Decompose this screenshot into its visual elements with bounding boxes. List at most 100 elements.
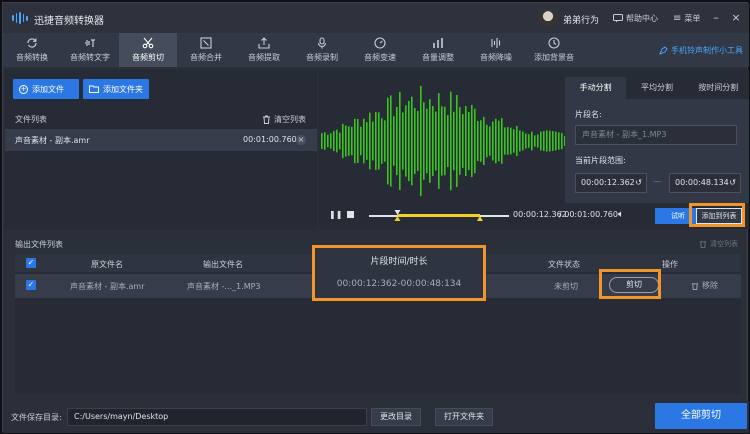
volume-icon[interactable]: 🔈︎ <box>618 209 624 220</box>
tool-label: 音量调整 <box>422 53 454 62</box>
waveform-bar <box>435 111 437 171</box>
pause-icon[interactable]: ❚❚ <box>329 210 342 219</box>
file-list-header: 文件列表 清空列表 <box>5 109 317 129</box>
waveform-bar <box>462 114 464 168</box>
tab-time-split[interactable]: 按时间分割 <box>688 77 749 99</box>
waveform-bar <box>561 132 563 150</box>
app-logo-icon <box>12 12 28 24</box>
selection-range[interactable] <box>397 214 480 217</box>
waveform-bar <box>423 102 425 180</box>
tool-audio-speed[interactable]: 音频变速 <box>351 33 409 67</box>
open-folder-button[interactable]: 打开文件夹 <box>435 408 493 426</box>
ringtone-maker-link[interactable]: 手机铃声制作小工具 <box>659 45 743 56</box>
minimize-button[interactable]: – <box>709 11 723 25</box>
reset-start-icon[interactable]: ↺ <box>635 174 642 192</box>
cut-all-button[interactable]: 全部剪切 <box>655 403 747 429</box>
select-all-checkbox[interactable]: ✓ <box>26 258 36 268</box>
merge-icon <box>200 37 212 49</box>
add-file-button[interactable]: + 添加文件 <box>13 79 79 99</box>
waveform-bar <box>549 130 551 152</box>
waveform-bar <box>381 118 383 164</box>
row-source-name: 声音素材 - 副本.amr <box>70 282 145 291</box>
tab-manual-split[interactable]: 手动分割 <box>565 77 627 99</box>
menu-label: 菜单 <box>684 14 701 23</box>
tab-average-split[interactable]: 平均分割 <box>626 77 687 99</box>
tool-label: 添加背景音 <box>534 53 574 62</box>
output-list-title: 输出文件列表 <box>15 240 63 249</box>
reset-end-icon[interactable]: ↺ <box>729 174 736 192</box>
add-to-list-highlight <box>689 203 745 227</box>
waveform-bar <box>351 126 353 156</box>
waveform-bar <box>531 131 533 151</box>
waveform-bar <box>534 135 536 147</box>
row-checkbox[interactable]: ✓ <box>26 280 36 290</box>
trash-icon <box>699 241 707 248</box>
tool-audio-to-text[interactable]: 音频转文字 <box>61 33 119 67</box>
segment-name-field[interactable]: 声音素材 - 副本_1.MP3 <box>575 125 737 145</box>
help-center-button[interactable]: 帮助中心 <box>613 13 658 24</box>
range-end-field[interactable]: 00:00:48.134 ↺ <box>669 173 741 193</box>
range-start-field[interactable]: 00:00:12.362 ↺ <box>575 173 647 193</box>
waveform-bar <box>411 96 413 186</box>
tool-audio-cut[interactable]: 音频剪切 <box>119 33 177 67</box>
remove-row-button[interactable]: 移除 <box>691 280 718 291</box>
range-separator: — <box>653 177 661 186</box>
col-segment-time: 片段时间/时长 <box>370 257 428 267</box>
add-folder-button[interactable]: 添加文件夹 <box>83 79 149 99</box>
waveform-bar <box>396 106 398 176</box>
footer-bar: 文件保存目录: C:/Users/mayn/Desktop 更改目录 打开文件夹… <box>3 401 749 433</box>
tool-label: 音频剪切 <box>132 53 164 62</box>
clear-file-list-button[interactable]: 清空列表 <box>262 114 306 125</box>
tool-volume-adjust[interactable]: 音量调整 <box>409 33 467 67</box>
hamburger-icon: ≡ <box>673 12 682 24</box>
waveform-bar <box>501 118 503 164</box>
close-button[interactable]: × <box>729 11 743 25</box>
waveform-bar <box>333 131 335 151</box>
user-avatar[interactable] <box>539 9 557 27</box>
tool-audio-merge[interactable]: 音频合并 <box>177 33 235 67</box>
stop-icon[interactable] <box>347 211 354 218</box>
tool-audio-extract[interactable]: 音频提取 <box>235 33 293 67</box>
tool-add-background-music[interactable]: 添加背景音 <box>525 33 583 67</box>
waveform-bar <box>489 126 491 156</box>
waveform-bar <box>426 108 428 174</box>
tool-label: 音频转换 <box>16 53 48 62</box>
remove-row-label: 移除 <box>702 281 718 290</box>
username[interactable]: 弟弟行为 <box>563 13 599 26</box>
waveform-bar <box>363 118 365 164</box>
waveform-bar <box>402 112 404 170</box>
tool-audio-denoise[interactable]: 音频降噪 <box>467 33 525 67</box>
waveform[interactable] <box>319 77 565 205</box>
menu-button[interactable]: ≡ 菜单 <box>673 13 700 24</box>
change-dir-button[interactable]: 更改目录 <box>371 408 421 426</box>
feature-toolbar: 音频转换 音频转文字 音频剪切 音频合并 音频提取 音频录制 音频变速 音量调整… <box>3 33 749 67</box>
waveform-bar <box>339 132 341 150</box>
clear-output-list-label: 清空列表 <box>710 240 738 248</box>
waveform-bar <box>420 85 422 197</box>
waveform-bar <box>552 131 554 151</box>
app-title: 迅捷音频转换器 <box>34 16 104 27</box>
remove-file-icon[interactable]: × <box>296 135 306 145</box>
waveform-bar <box>477 120 479 162</box>
tool-audio-record[interactable]: 音频录制 <box>293 33 351 67</box>
seek-bar[interactable] <box>369 209 509 223</box>
list-item[interactable]: 声音素材 - 副本.amr 00:01:00.760 × <box>5 129 317 151</box>
waveform-bar <box>537 134 539 148</box>
waveform-bar <box>378 112 380 170</box>
waveform-bar <box>414 107 416 175</box>
tool-audio-convert[interactable]: 音频转换 <box>3 33 61 67</box>
waveform-bar <box>516 125 518 157</box>
save-dir-field[interactable]: C:/Users/mayn/Desktop <box>67 408 367 426</box>
audio-to-text-icon <box>85 39 95 47</box>
waveform-bar <box>450 91 452 191</box>
segment-range-label: 当前片段范围: <box>575 156 626 165</box>
waveform-bar <box>507 127 509 155</box>
clear-output-list-button[interactable]: 清空列表 <box>699 239 738 249</box>
file-name: 声音素材 - 副本.amr <box>15 136 90 145</box>
waveform-bar <box>399 91 401 191</box>
waveform-bar <box>519 130 521 152</box>
tool-label: 音频录制 <box>306 53 338 62</box>
convert-icon <box>27 38 37 48</box>
col-source-name: 原文件名 <box>91 260 123 269</box>
waveform-bar <box>393 116 395 166</box>
